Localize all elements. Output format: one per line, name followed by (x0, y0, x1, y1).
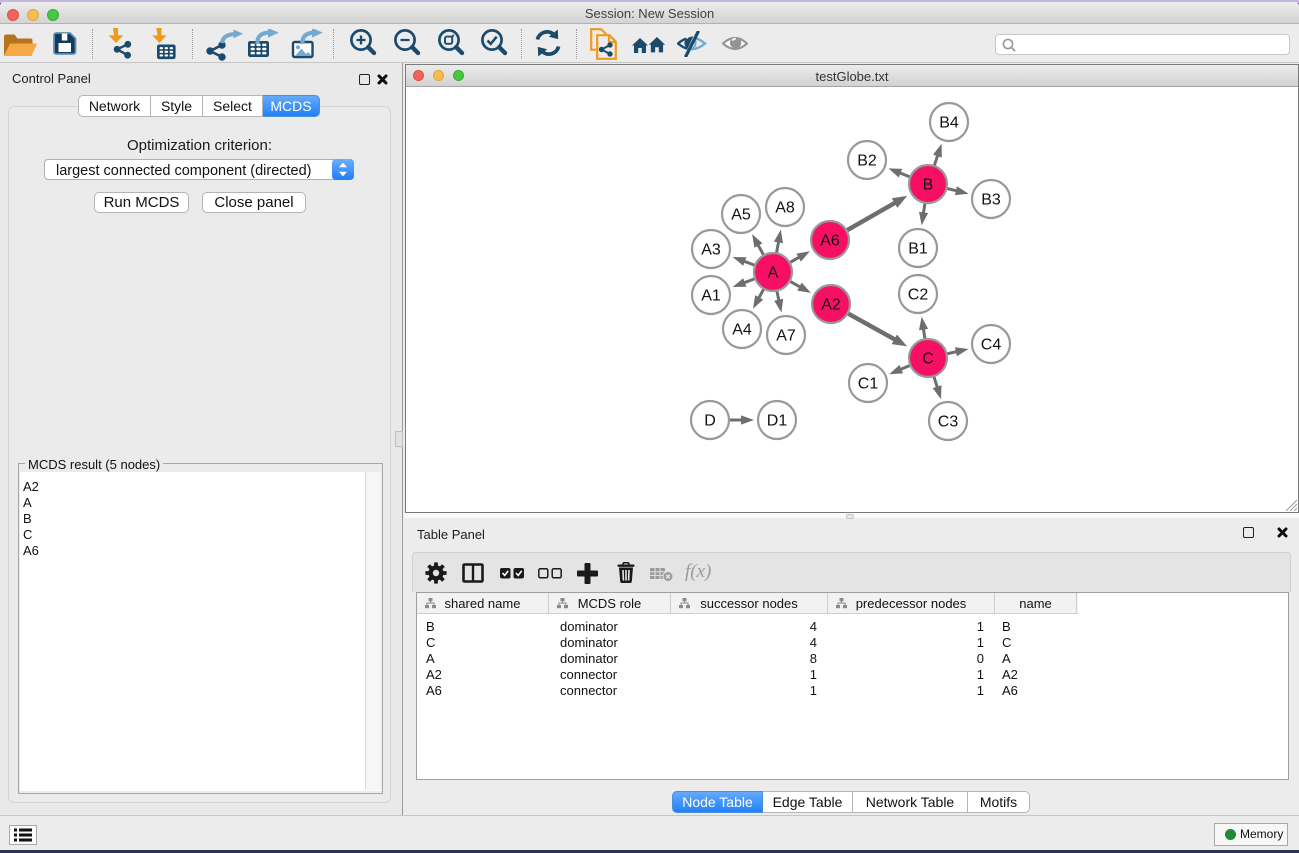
svg-text:A2: A2 (821, 297, 841, 314)
svg-text:C3: C3 (938, 414, 959, 431)
svg-text:B2: B2 (857, 153, 877, 170)
svg-text:C: C (922, 351, 934, 368)
svg-text:B: B (923, 177, 934, 194)
svg-text:A3: A3 (701, 242, 721, 259)
svg-text:A5: A5 (731, 207, 751, 224)
svg-text:A4: A4 (732, 322, 752, 339)
svg-text:A7: A7 (776, 328, 796, 345)
svg-text:A6: A6 (820, 233, 840, 250)
svg-text:D: D (704, 413, 716, 430)
svg-text:A: A (768, 265, 779, 282)
svg-text:B1: B1 (908, 241, 928, 258)
svg-text:C1: C1 (858, 376, 879, 393)
svg-text:A8: A8 (775, 200, 795, 217)
svg-text:B3: B3 (981, 192, 1001, 209)
svg-text:C4: C4 (981, 337, 1002, 354)
svg-text:C2: C2 (908, 287, 929, 304)
svg-text:B4: B4 (939, 115, 959, 132)
svg-text:A1: A1 (701, 288, 721, 305)
svg-text:D1: D1 (767, 413, 788, 430)
